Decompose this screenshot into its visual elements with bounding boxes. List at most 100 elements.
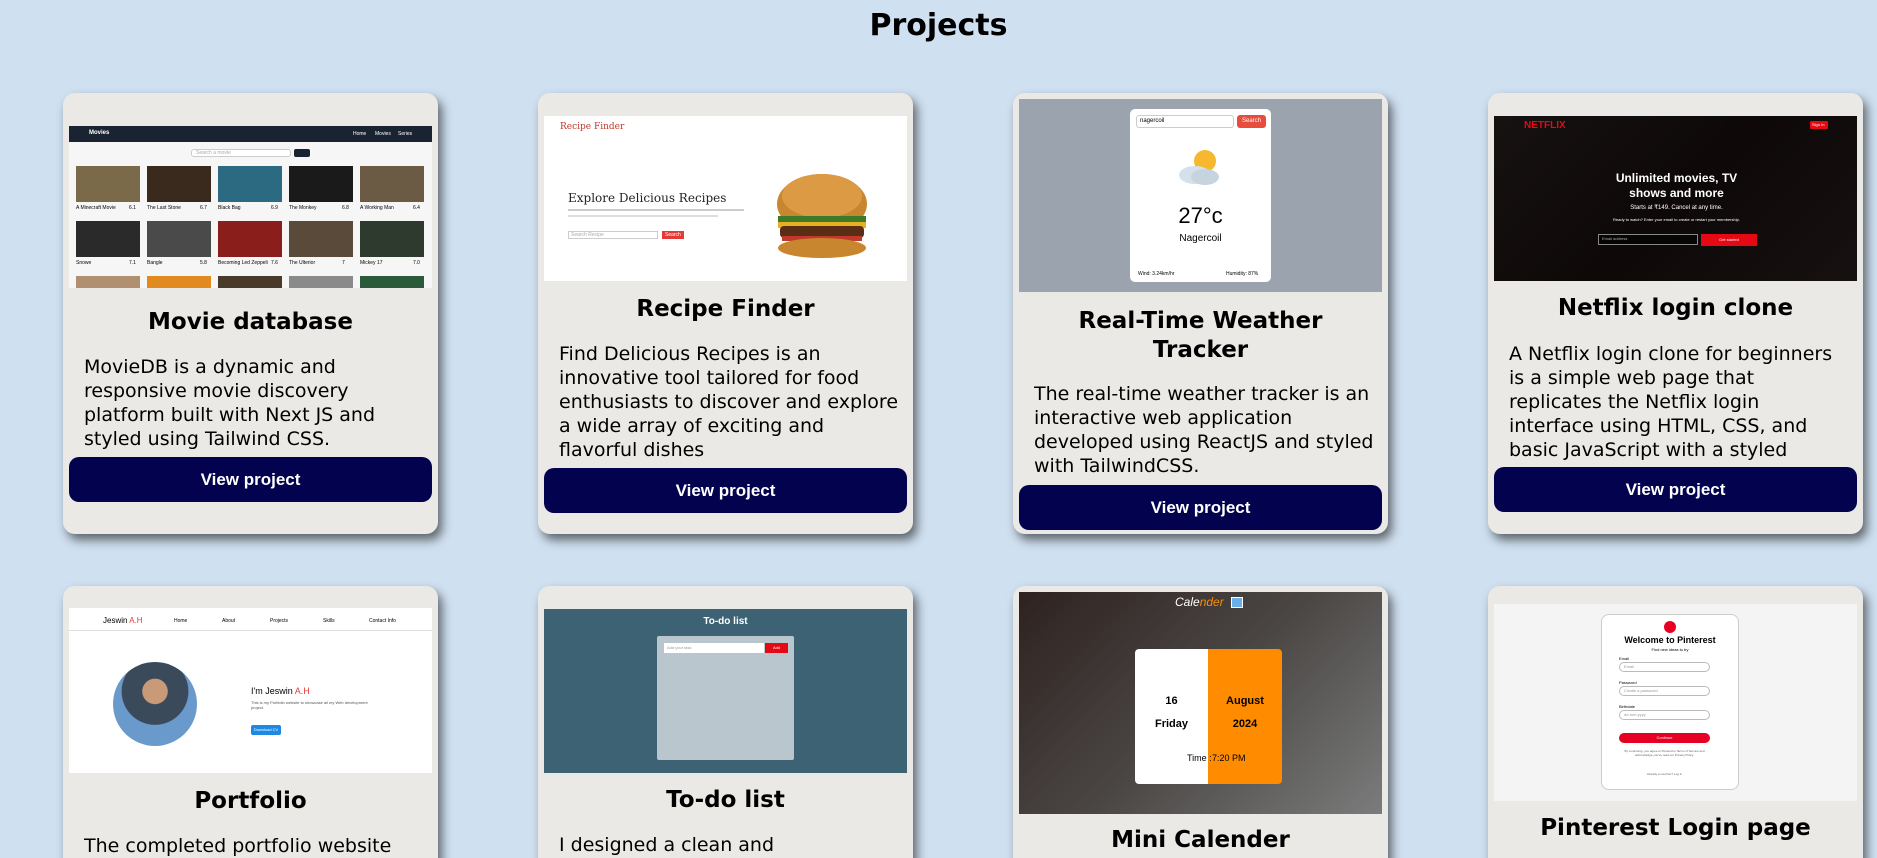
project-title: Mini Calender [1111, 827, 1290, 853]
netflix-prompt: Ready to watch? Enter your email to crea… [1613, 217, 1740, 222]
movie-title: The Ulterior [289, 260, 316, 266]
movies-nav-series: Series [398, 131, 413, 137]
weather-cloud-sun-icon [1179, 150, 1219, 185]
pinterest-fine-print: By continuing, you agree to Pinterest's … [1624, 749, 1705, 757]
portfolio-nav-about: About [222, 618, 236, 624]
portfolio-greeting-accent: A.H [294, 686, 310, 696]
weather-tracker-screenshot: nagercoil Search 27°c Nagercoil Wind: 3.… [1019, 99, 1382, 292]
project-title: Netflix login clone [1557, 295, 1794, 321]
view-project-button[interactable]: View project [1494, 467, 1857, 512]
calender-year: 2024 [1232, 718, 1258, 730]
movie-title: The Last Stone [147, 205, 181, 211]
recipe-finder-screenshot: Recipe Finder Explore Delicious Recipes … [544, 116, 907, 281]
recipe-brand: Recipe Finder [560, 122, 625, 132]
movie-title: Becoming Led Zeppelin [218, 260, 268, 266]
pinterest-login-screenshot: Welcome to Pinterest Find new ideas to t… [1494, 604, 1857, 801]
pinterest-footer: Already a member? Log in [1646, 772, 1683, 776]
portfolio-nav-home: Home [174, 618, 188, 624]
netflix-headline: Unlimited movies, TV shows and more [1615, 171, 1738, 200]
project-card-mini-calender: Calender 16 Friday August 2024 Time : 7:… [1013, 586, 1388, 858]
portfolio-nav-skills: Skills [323, 618, 335, 624]
movies-brand: Movies [89, 130, 110, 136]
netflix-logo: NETFLIX [1524, 120, 1566, 131]
portfolio-nav-projects: Projects [270, 618, 289, 624]
weather-search-button: Search [1242, 118, 1262, 124]
calendar-icon [1231, 597, 1243, 608]
weather-humidity: Humidity: 87% [1226, 271, 1259, 277]
project-title: Portfolio [194, 788, 307, 814]
portfolio-brand-accent: A.H [129, 616, 143, 625]
movies-nav-home: Home [353, 131, 367, 137]
portfolio-brand: Jeswin [103, 616, 130, 625]
movie-rating: 6.4 [413, 205, 420, 211]
project-description: A Netflix login clone for beginners is a… [1509, 343, 1833, 461]
project-card-pinterest-login: Welcome to Pinterest Find new ideas to t… [1488, 586, 1863, 858]
view-project-button[interactable]: View project [1019, 485, 1382, 530]
project-card-weather-tracker: nagercoil Search 27°c Nagercoil Wind: 3.… [1013, 93, 1388, 534]
movie-title: Snowe [76, 260, 92, 266]
netflix-clone-screenshot: NETFLIX Sign In Unlimited movies, TV sho… [1494, 116, 1857, 281]
movie-rating: 6.1 [129, 205, 136, 211]
movie-title: The Monkey [289, 205, 317, 211]
burger-image [777, 174, 867, 258]
page-title: Projects [869, 8, 1008, 43]
pinterest-continue: Continue [1656, 735, 1673, 740]
movie-title: Bangle [147, 260, 163, 266]
movie-rating: 7.0 [413, 260, 420, 266]
portfolio-intro: This is my Portfolio website to showcase… [251, 700, 368, 710]
project-card-portfolio: Jeswin A.H Home About Projects Skills Co… [63, 586, 438, 858]
project-title: Pinterest Login page [1540, 815, 1811, 841]
todo-heading: To-do list [703, 616, 748, 627]
portfolio-nav-contact: Contact Info [369, 618, 396, 624]
project-description: The completed portfolio website [84, 835, 392, 857]
movie-rating: 7.6 [271, 260, 278, 266]
project-description: I designed a clean and [559, 834, 775, 856]
project-card-recipe-finder: Recipe Finder Explore Delicious Recipes … [538, 93, 913, 534]
project-card-netflix-clone: NETFLIX Sign In Unlimited movies, TV sho… [1488, 93, 1863, 534]
movie-title: A Working Man [360, 205, 394, 211]
project-title: Real-Time Weather Tracker [1078, 308, 1323, 363]
calender-day: 16 [1165, 695, 1178, 707]
pinterest-birthdate-placeholder: dd-mm-yyyy [1624, 712, 1646, 717]
pinterest-password-placeholder: Create a password [1624, 688, 1658, 693]
pinterest-heading: Welcome to Pinterest [1624, 635, 1716, 645]
movie-title: Black Bag [218, 205, 241, 211]
project-description: Find Delicious Recipes is an innovative … [559, 343, 899, 461]
calender-brand-accent: nder [1199, 595, 1224, 609]
view-project-button[interactable]: View project [69, 457, 432, 502]
calender-time-label: Time : [1187, 753, 1212, 763]
portfolio-avatar [113, 662, 197, 746]
todo-input-placeholder: Add your task [667, 645, 692, 650]
weather-temperature: 27°c [1178, 203, 1223, 228]
weather-search-input: nagercoil [1140, 118, 1165, 124]
pinterest-email-label: Email [1619, 656, 1630, 661]
recipe-search-button: Search [665, 232, 681, 238]
netflix-signin: Sign In [1812, 122, 1825, 127]
netflix-email-placeholder: Email address [1602, 236, 1628, 241]
project-description: The real-time weather tracker is an inte… [1034, 383, 1374, 477]
movie-rating: 6.8 [342, 205, 349, 211]
mini-calender-screenshot: Calender 16 Friday August 2024 Time : 7:… [1019, 592, 1382, 814]
movies-nav-movies: Movies [375, 131, 391, 137]
view-project-button[interactable]: View project [544, 468, 907, 513]
movies-search-placeholder: Search a movie [196, 150, 231, 156]
portfolio-greeting: I'm Jeswin [251, 686, 295, 696]
portfolio-cta: Download CV [253, 727, 279, 732]
netflix-subline: Starts at ₹149. Cancel at any time. [1630, 205, 1723, 211]
calender-weekday: Friday [1154, 718, 1188, 730]
project-card-todo-list: To-do list Add your task Add To-do list … [538, 586, 913, 858]
project-title: Recipe Finder [636, 296, 815, 322]
project-title: Movie database [148, 309, 353, 335]
project-card-movie-database: Movies Home Movies Series Search a movie… [63, 93, 438, 534]
movie-rating: 7 [342, 260, 345, 266]
pinterest-subheading: Find new ideas to try [1651, 647, 1689, 652]
pinterest-logo-icon [1664, 621, 1676, 633]
movie-title: A Minecraft Movie [76, 205, 116, 211]
weather-city: Nagercoil [1179, 233, 1222, 244]
weather-wind: Wind: 3.24km/hr [1138, 271, 1175, 277]
pinterest-birthdate-label: Birthdate [1619, 704, 1636, 709]
recipe-heading: Explore Delicious Recipes [568, 191, 727, 205]
todo-add-button: Add [772, 645, 781, 650]
todo-list-screenshot: To-do list Add your task Add [544, 609, 907, 773]
pinterest-email-placeholder: Email [1624, 664, 1635, 669]
